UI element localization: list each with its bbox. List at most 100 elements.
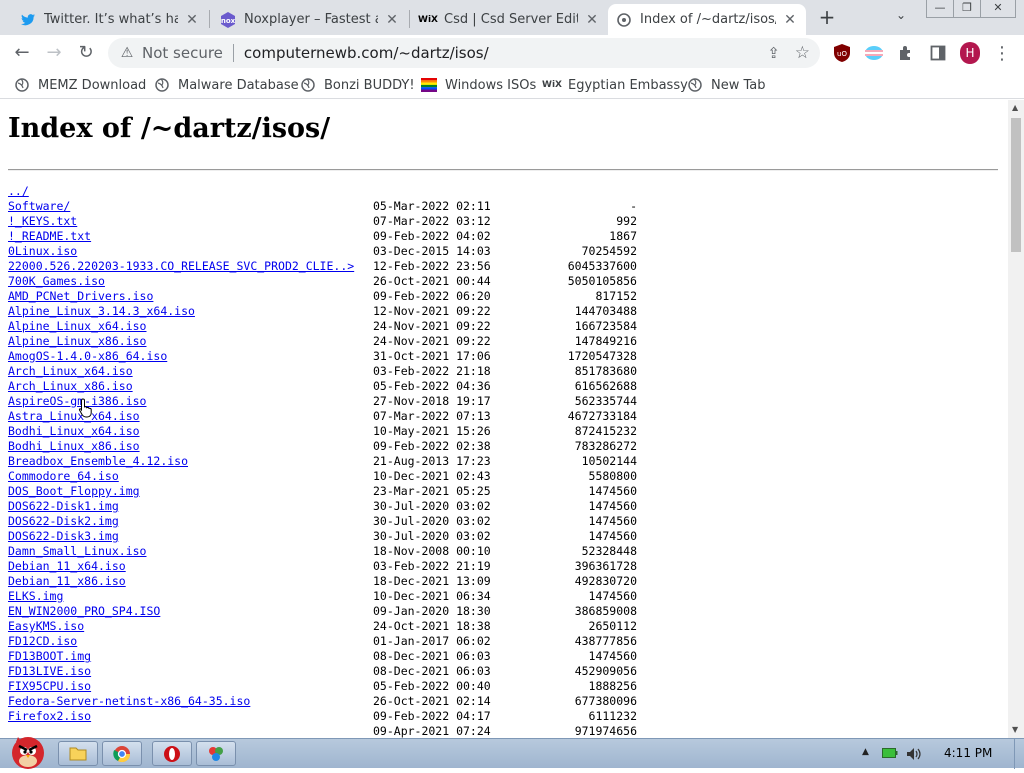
file-link[interactable]: Software/ [8, 199, 70, 214]
ublock-icon[interactable]: uO [832, 43, 852, 63]
bookmark-new-tab[interactable]: New Tab [687, 76, 766, 94]
url-text[interactable]: computernewb.com/~dartz/isos/ [244, 44, 489, 62]
scrollbar-thumb[interactable] [1011, 118, 1021, 252]
minimize-button[interactable]: — [926, 0, 954, 18]
file-link[interactable]: ELKS.img [8, 589, 63, 604]
tab-csd[interactable]: WiX Csd | Csd Server Edition ✕ [412, 4, 608, 35]
tab-noxplayer[interactable]: nox Noxplayer – Fastest and ✕ [212, 4, 408, 35]
tab-twitter[interactable]: Twitter. It’s what’s happening ✕ [12, 4, 208, 35]
file-link[interactable]: Breadbox_Ensemble_4.12.iso [8, 454, 188, 469]
chrome-menu-button[interactable]: ⋮ [992, 43, 1012, 64]
window-close-button[interactable]: ✕ [980, 0, 1016, 18]
tab-search-button[interactable]: ⌄ [896, 8, 906, 22]
reload-button[interactable]: ↻ [74, 41, 98, 65]
globe-icon [300, 77, 316, 93]
maximize-button[interactable]: ❐ [953, 0, 981, 18]
file-link[interactable]: AMD_PCNet_Drivers.iso [8, 289, 153, 304]
file-link[interactable]: Fedora-Server-netinst-x86_64-35.iso [8, 694, 250, 709]
file-size: 1474560 [588, 589, 637, 603]
close-icon[interactable]: ✕ [184, 12, 200, 28]
file-link[interactable]: Debian_11_x64.iso [8, 559, 126, 574]
file-date: 10-May-2021 15:26 [373, 424, 491, 438]
profile-avatar[interactable]: H [960, 42, 980, 64]
file-link[interactable]: Alpine_Linux_x86.iso [8, 334, 146, 349]
file-link[interactable]: 22000.526.220203-1933.CO_RELEASE_SVC_PRO… [8, 259, 354, 274]
share-icon[interactable]: ⇪ [767, 44, 780, 62]
file-link[interactable]: 700K_Games.iso [8, 274, 105, 289]
new-tab-button[interactable]: + [816, 6, 838, 28]
taskbar-opera-icon[interactable] [152, 741, 192, 766]
file-link[interactable]: FD13BOOT.img [8, 649, 91, 664]
file-link[interactable]: Alpine_Linux_3.14.3_x64.iso [8, 304, 195, 319]
forward-button[interactable]: → [42, 41, 66, 65]
file-link[interactable]: Bodhi_Linux_x64.iso [8, 424, 140, 439]
file-size: 147849216 [574, 334, 637, 348]
bookmark-egyptian-embassy[interactable]: WiX Egyptian Embassy [542, 76, 688, 94]
file-date: 09-Feb-2022 04:17 [373, 709, 491, 723]
file-size: 386859008 [574, 604, 637, 618]
scroll-up-icon[interactable]: ▲ [1012, 103, 1018, 112]
file-link[interactable]: Arch_Linux_x64.iso [8, 364, 133, 379]
file-link[interactable]: DOS_Boot_Floppy.img [8, 484, 140, 499]
bookmark-windows-isos[interactable]: Windows ISOs [421, 76, 536, 94]
clock[interactable]: 4:11 PM [944, 746, 992, 760]
close-icon[interactable]: ✕ [384, 12, 400, 28]
file-link[interactable]: Bodhi_Linux_x86.iso [8, 439, 140, 454]
extensions-puzzle-icon[interactable] [896, 43, 916, 63]
close-icon[interactable]: ✕ [584, 12, 600, 28]
file-date: 26-Oct-2021 00:44 [373, 274, 491, 288]
file-date: 09-Feb-2022 02:38 [373, 439, 491, 453]
file-link[interactable]: Debian_11_x86.iso [8, 574, 126, 589]
security-status[interactable]: Not secure [142, 44, 223, 62]
bookmark-malware-db[interactable]: Malware Database [154, 76, 299, 94]
twitter-bird-icon [20, 12, 36, 28]
file-link[interactable]: DOS622-Disk2.img [8, 514, 119, 529]
scroll-down-icon[interactable]: ▼ [1012, 725, 1018, 734]
file-link[interactable]: Damn_Small_Linux.iso [8, 544, 146, 559]
taskbar-folder-icon[interactable] [58, 741, 98, 766]
rainbow-flag-icon [421, 77, 437, 93]
bookmark-star-icon[interactable]: ☆ [795, 43, 810, 63]
bookmark-bonzi[interactable]: Bonzi BUDDY! [300, 76, 415, 94]
file-link[interactable]: DOS622-Disk1.img [8, 499, 119, 514]
file-link[interactable]: Firefox2.iso [8, 709, 91, 724]
battery-icon[interactable] [882, 747, 898, 762]
close-icon[interactable]: ✕ [782, 12, 798, 28]
file-link[interactable]: Arch_Linux_x86.iso [8, 379, 133, 394]
vertical-scrollbar[interactable]: ▲ ▼ [1008, 100, 1024, 738]
tab-index[interactable]: Index of /~dartz/isos/ ✕ [608, 4, 806, 35]
file-link[interactable]: Astra_Linux_x64.iso [8, 409, 140, 424]
back-button[interactable]: ← [10, 41, 34, 65]
file-date: 03-Feb-2022 21:19 [373, 559, 491, 573]
file-size: 6111232 [588, 709, 637, 723]
warning-icon[interactable]: ⚠ [118, 45, 136, 61]
show-hidden-icons-icon[interactable]: ▲ [862, 747, 869, 757]
file-link[interactable]: ../ [8, 184, 29, 199]
file-link[interactable]: DOS622-Disk3.img [8, 529, 119, 544]
file-link[interactable]: Alpine_Linux_x64.iso [8, 319, 146, 334]
file-size: 4672733184 [567, 409, 637, 423]
profile-letter: H [960, 42, 980, 64]
taskbar-paint-icon[interactable] [196, 741, 236, 766]
bookmark-memz[interactable]: MEMZ Download [14, 76, 146, 94]
taskbar-chrome-icon[interactable] [102, 741, 142, 766]
volume-icon[interactable] [906, 747, 922, 764]
file-link[interactable]: AmogOS-1.4.0-x86_64.iso [8, 349, 167, 364]
file-link[interactable]: EN_WIN2000_PRO_SP4.ISO [8, 604, 160, 619]
extension-pride-icon[interactable] [864, 43, 884, 63]
file-link[interactable]: FIX95CPU.iso [8, 679, 91, 694]
file-link[interactable]: EasyKMS.iso [8, 619, 84, 634]
file-link[interactable]: !_README.txt [8, 229, 91, 244]
file-link[interactable]: Commodore_64.iso [8, 469, 119, 484]
address-bar[interactable]: ⚠ Not secure computernewb.com/~dartz/iso… [108, 38, 820, 68]
start-button-angry-bird-icon[interactable] [4, 731, 50, 769]
file-size: 2650112 [588, 619, 637, 633]
file-link[interactable]: !_KEYS.txt [8, 214, 77, 229]
divider [8, 169, 998, 171]
file-size: 52328448 [581, 544, 637, 558]
file-link[interactable]: FD12CD.iso [8, 634, 77, 649]
file-link[interactable]: FD13LIVE.iso [8, 664, 91, 679]
file-link[interactable]: 0Linux.iso [8, 244, 77, 259]
show-desktop-button[interactable] [1014, 739, 1024, 769]
side-panel-icon[interactable] [928, 43, 948, 63]
